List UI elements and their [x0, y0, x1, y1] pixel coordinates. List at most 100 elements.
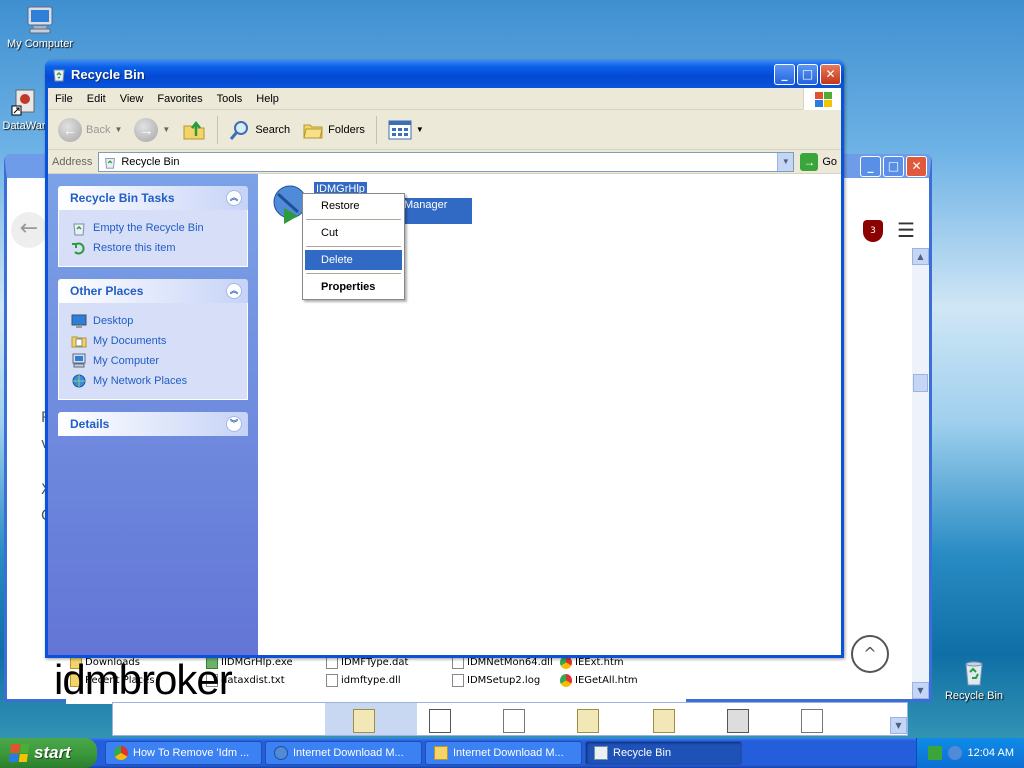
menu-view[interactable]: View [113, 93, 151, 105]
folders-icon [303, 124, 323, 138]
details-panel: Details ︾ [58, 412, 248, 436]
address-label: Address [52, 155, 93, 168]
browser-scrollbar[interactable]: ▲ ▼ [912, 248, 929, 699]
back-arrow-icon: ← [58, 117, 82, 142]
context-menu: Restore Cut Delete Properties [302, 193, 405, 300]
taskbar: start How To Remove 'Idm ... Internet Do… [0, 738, 1024, 768]
up-folder-button[interactable] [178, 116, 210, 144]
task-empty-recycle-bin[interactable]: Empty the Recycle Bin [71, 218, 235, 238]
network-icon [72, 374, 86, 388]
context-menu-cut[interactable]: Cut [305, 223, 402, 243]
setup-icon[interactable] [653, 709, 675, 733]
setup-icon[interactable] [577, 709, 599, 733]
title-bar[interactable]: Recycle Bin _ □ ✕ [45, 60, 844, 88]
settings-file-icon[interactable] [801, 709, 823, 733]
system-tray: 12:04 AM [916, 738, 1024, 768]
menu-bar: File Edit View Favorites Tools Help [48, 88, 841, 110]
desktop-icon-recycle-bin[interactable]: Recycle Bin [934, 656, 1014, 702]
chevron-down-icon[interactable]: ︾ [226, 416, 242, 432]
clock[interactable]: 12:04 AM [968, 747, 1014, 759]
panel-header[interactable]: Other Places ︽ [58, 279, 248, 303]
search-button[interactable]: Search [225, 117, 294, 143]
list-item[interactable]: IEGetAll.htm [560, 674, 638, 687]
menu-help[interactable]: Help [249, 93, 286, 105]
idm-tray-icon[interactable] [947, 746, 962, 760]
place-my-network-places[interactable]: My Network Places [71, 371, 235, 391]
hamburger-menu-icon[interactable]: ☰ [897, 218, 915, 242]
maximize-button[interactable]: □ [797, 63, 818, 85]
text-file-icon[interactable] [503, 709, 525, 733]
back-label: Back [86, 123, 111, 136]
chevron-down-icon: ▼ [114, 125, 123, 134]
chevron-down-icon[interactable]: ▼ [777, 152, 794, 171]
scroll-down-icon[interactable]: ▼ [890, 717, 907, 734]
scroll-down-icon[interactable]: ▼ [912, 682, 929, 699]
address-bar: Address Recycle Bin ▼ → Go [48, 150, 841, 174]
task-restore-item[interactable]: Restore this item [71, 238, 235, 258]
minimize-button[interactable]: _ [774, 63, 795, 85]
close-button[interactable]: ✕ [820, 63, 841, 85]
panel-header[interactable]: Details ︾ [58, 412, 248, 436]
chevron-up-icon[interactable]: ︽ [226, 190, 242, 206]
list-item[interactable]: IDMSetup2.log [452, 674, 540, 687]
bg-close-button[interactable]: ✕ [906, 156, 927, 177]
taskbar-item-browser[interactable]: How To Remove 'Idm ... [105, 741, 262, 765]
bg-maximize-button[interactable]: □ [883, 156, 904, 177]
toolbar-separator [375, 115, 377, 144]
back-button[interactable]: ← Back ▼ [54, 116, 126, 144]
panel-header[interactable]: Recycle Bin Tasks ︽ [58, 186, 248, 210]
menu-tools[interactable]: Tools [210, 93, 250, 105]
views-button[interactable]: ▼ [384, 118, 428, 142]
scroll-up-icon[interactable]: ▲ [912, 248, 929, 265]
panel-title: Recycle Bin Tasks [70, 191, 175, 205]
recycle-bin-icon [594, 746, 608, 760]
folders-button[interactable]: Folders [298, 117, 369, 143]
place-my-documents[interactable]: My Documents [71, 331, 235, 351]
start-button[interactable]: start [0, 738, 97, 768]
toolbar-separator [217, 115, 219, 144]
recycle-bin-window[interactable]: Recycle Bin _ □ ✕ File Edit View Favorit… [45, 60, 844, 658]
dll-file-icon[interactable] [429, 709, 451, 733]
folder-up-icon [183, 120, 205, 139]
computer-icon [27, 6, 53, 34]
bg-minimize-button[interactable]: _ [860, 156, 881, 177]
taskbar-item-recycle-bin[interactable]: Recycle Bin [585, 741, 742, 765]
menu-file[interactable]: File [48, 93, 80, 105]
scroll-top-button[interactable]: ^ [851, 635, 889, 673]
chevron-up-icon[interactable]: ︽ [226, 283, 242, 299]
toolbar: ← Back ▼ → ▼ Search Folders ▼ [48, 110, 841, 150]
window-title: Recycle Bin [71, 66, 145, 82]
context-menu-properties[interactable]: Properties [305, 277, 402, 297]
folders-label: Folders [328, 123, 365, 136]
config-icon[interactable] [727, 709, 749, 733]
desktop-icon-label: Recycle Bin [944, 690, 1004, 702]
context-menu-restore[interactable]: Restore [305, 196, 402, 216]
go-button[interactable]: → Go [800, 152, 837, 171]
menu-favorites[interactable]: Favorites [150, 93, 209, 105]
context-menu-delete[interactable]: Delete [305, 250, 402, 270]
background-icon-strip: ▼ [112, 702, 908, 736]
scroll-thumb[interactable] [913, 374, 928, 392]
recycle-bin-icon [53, 69, 65, 82]
place-desktop[interactable]: Desktop [71, 311, 235, 331]
views-icon [388, 120, 412, 139]
network-icon[interactable] [927, 746, 942, 760]
recycle-bin-icon [105, 157, 116, 169]
address-field[interactable]: Recycle Bin ▼ [98, 151, 795, 172]
windows-logo-icon [803, 88, 841, 110]
desktop-icon-label: DataWar [2, 120, 46, 132]
list-item[interactable]: idmftype.dll [326, 674, 401, 687]
setup-icon[interactable] [353, 709, 375, 733]
ublock-icon[interactable]: 3 [863, 220, 883, 242]
menu-edit[interactable]: Edit [80, 93, 113, 105]
menu-separator [306, 219, 401, 220]
place-my-computer[interactable]: My Computer [71, 351, 235, 371]
forward-button[interactable]: → ▼ [130, 116, 174, 144]
browser-back-icon[interactable]: ← [11, 212, 47, 248]
panel-title: Details [70, 417, 110, 431]
desktop-icon-my-computer[interactable]: My Computer [0, 4, 80, 50]
recycle-bin-icon [73, 223, 85, 236]
file-view[interactable]: IDMGrHlp Manager m... Restore Cut Delete… [258, 174, 841, 655]
taskbar-item-idm-folder[interactable]: Internet Download M... [425, 741, 582, 765]
taskbar-item-idm[interactable]: Internet Download M... [265, 741, 422, 765]
